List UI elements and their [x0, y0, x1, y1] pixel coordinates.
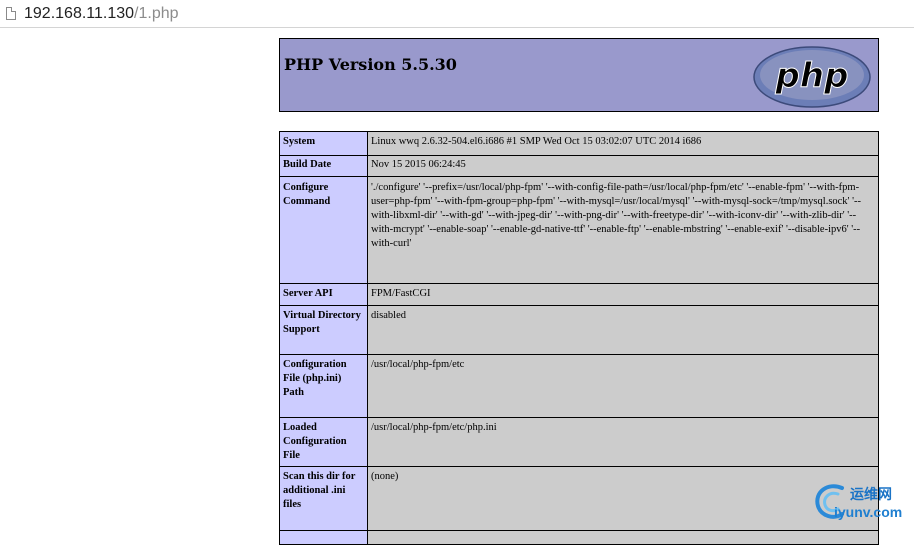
row-value-server-api: FPM/FastCGI — [367, 283, 879, 306]
table-row — [279, 530, 879, 545]
table-row: Scan this dir for additional .ini files … — [279, 466, 879, 531]
table-row: Server API FPM/FastCGI — [279, 283, 879, 306]
php-version-header: PHP Version 5.5.30 php — [279, 38, 879, 112]
row-value-build-date: Nov 15 2015 06:24:45 — [367, 155, 879, 177]
url-path: /1.php — [134, 4, 179, 22]
page-title: PHP Version 5.5.30 — [284, 55, 457, 74]
row-value-system: Linux wwq 2.6.32-504.el6.i686 #1 SMP Wed… — [367, 131, 879, 156]
php-logo-icon[interactable]: php — [752, 45, 872, 109]
row-value-config-file-path: /usr/local/php-fpm/etc — [367, 354, 879, 418]
row-value-virtual-directory-support: disabled — [367, 305, 879, 355]
row-label-scan-dir: Scan this dir for additional .ini files — [279, 466, 368, 531]
site-watermark: 运维网 iyunv.com — [812, 480, 912, 524]
row-label-configure-command: Configure Command — [279, 176, 368, 284]
watermark-cn-text: 运维网 — [850, 486, 892, 502]
url-host: 192.168.11.130 — [24, 4, 135, 22]
row-label-cutoff — [279, 530, 368, 545]
row-value-cutoff — [367, 530, 879, 545]
row-label-build-date: Build Date — [279, 155, 368, 177]
table-row: Build Date Nov 15 2015 06:24:45 — [279, 155, 879, 177]
row-label-loaded-config-file: Loaded Configuration File — [279, 417, 368, 467]
row-label-virtual-directory-support: Virtual Directory Support — [279, 305, 368, 355]
table-row: Loaded Configuration File /usr/local/php… — [279, 417, 879, 467]
watermark-en-text: iyunv.com — [834, 504, 903, 520]
row-label-system: System — [279, 131, 368, 156]
page-icon — [6, 7, 16, 20]
table-row: Virtual Directory Support disabled — [279, 305, 879, 355]
table-row: Configuration File (php.ini) Path /usr/l… — [279, 354, 879, 418]
info-table: System Linux wwq 2.6.32-504.el6.i686 #1 … — [279, 131, 879, 545]
table-row: System Linux wwq 2.6.32-504.el6.i686 #1 … — [279, 131, 879, 156]
address-bar[interactable]: 192.168.11.130/1.php — [0, 0, 914, 28]
row-value-configure-command: './configure' '--prefix=/usr/local/php-f… — [367, 176, 879, 284]
url-text[interactable]: 192.168.11.130/1.php — [24, 5, 179, 23]
row-value-loaded-config-file: /usr/local/php-fpm/etc/php.ini — [367, 417, 879, 467]
row-label-config-file-path: Configuration File (php.ini) Path — [279, 354, 368, 418]
php-logo-text: php — [775, 56, 849, 96]
row-value-scan-dir: (none) — [367, 466, 879, 531]
table-row: Configure Command './configure' '--prefi… — [279, 176, 879, 284]
row-label-server-api: Server API — [279, 283, 368, 306]
